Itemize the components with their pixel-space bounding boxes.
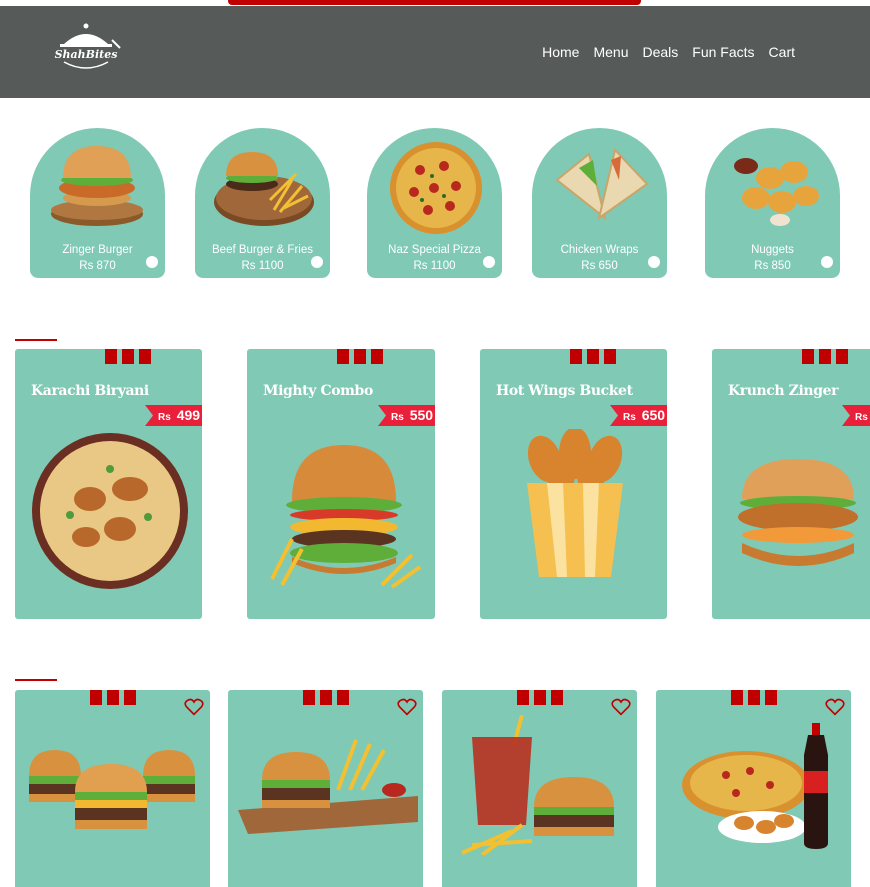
price-tag: Rs 499 — [145, 405, 202, 426]
heart-icon[interactable] — [184, 698, 204, 716]
category-name: Nuggets — [751, 244, 794, 256]
category-price: Rs 1100 — [413, 260, 456, 272]
category-name: Beef Burger & Fries — [212, 244, 313, 256]
favorite-card-burger-platter[interactable] — [228, 690, 423, 887]
deal-title: Mighty Combo — [263, 383, 373, 399]
brand-logo[interactable]: ShahBites — [50, 18, 122, 76]
svg-text:ShahBites: ShahBites — [55, 48, 118, 61]
category-name: Chicken Wraps — [560, 244, 639, 256]
heart-icon[interactable] — [825, 698, 845, 716]
nav-menu[interactable]: Menu — [593, 44, 628, 60]
nav-home[interactable]: Home — [542, 44, 579, 60]
section-divider — [15, 679, 57, 681]
deal-flags — [570, 349, 616, 364]
heart-icon[interactable] — [397, 698, 417, 716]
deal-card-mighty-combo[interactable]: Mighty Combo Rs 550 — [247, 349, 435, 619]
burger-platter-image — [238, 739, 418, 834]
main-nav: Home Menu Deals Fun Facts Cart — [542, 44, 795, 60]
wings-bucket-image — [527, 429, 623, 577]
favorite-card-burger-trio[interactable] — [15, 690, 210, 887]
add-dot-button[interactable] — [483, 256, 495, 268]
pizza-image — [390, 142, 482, 234]
zinger-burger-image — [51, 146, 143, 226]
add-dot-button[interactable] — [821, 256, 833, 268]
heart-icon[interactable] — [611, 698, 631, 716]
favorite-card-burger-drink-fries[interactable] — [442, 690, 637, 887]
card-flags — [731, 690, 777, 705]
top-accent-strip — [228, 0, 641, 5]
category-price: Rs 870 — [79, 260, 116, 272]
pizza-cola-image — [682, 723, 828, 849]
beef-burger-fries-image — [214, 152, 314, 226]
combo-burger-image — [270, 445, 422, 589]
category-price: Rs 1100 — [241, 260, 284, 272]
category-card-chicken-wraps[interactable]: Chicken Wraps Rs 650 — [532, 128, 667, 278]
add-dot-button[interactable] — [311, 256, 323, 268]
krunch-zinger-image — [738, 459, 858, 566]
card-flags — [90, 690, 136, 705]
category-card-zinger-burger[interactable]: Zinger Burger Rs 870 — [30, 128, 165, 278]
category-price: Rs 850 — [754, 260, 791, 272]
deal-card-karachi-biryani[interactable]: Karachi Biryani Rs 499 — [15, 349, 202, 619]
nav-fun-facts[interactable]: Fun Facts — [692, 44, 754, 60]
card-flags — [517, 690, 563, 705]
deal-card-hot-wings-bucket[interactable]: Hot Wings Bucket Rs 650 — [480, 349, 667, 619]
price-tag: Rs 650 — [610, 405, 667, 426]
deal-flags — [337, 349, 383, 364]
navbar: ShahBites Home Menu Deals Fun Facts Cart — [0, 6, 870, 98]
deal-title: Karachi Biryani — [31, 383, 149, 399]
nuggets-image — [734, 158, 819, 226]
burger-drink-fries-image — [461, 715, 614, 855]
price-tag: Rs 550 — [378, 405, 435, 426]
category-name: Zinger Burger — [62, 244, 133, 256]
biryani-image — [32, 433, 188, 589]
card-flags — [303, 690, 349, 705]
wraps-image — [555, 147, 649, 221]
deal-title: Hot Wings Bucket — [496, 383, 633, 399]
category-card-beef-burger-fries[interactable]: Beef Burger & Fries Rs 1100 — [195, 128, 330, 278]
add-dot-button[interactable] — [146, 256, 158, 268]
deal-flags — [802, 349, 848, 364]
deal-title: Krunch Zinger — [728, 383, 839, 399]
nav-cart[interactable]: Cart — [769, 44, 795, 60]
deal-flags — [105, 349, 151, 364]
three-burgers-image — [29, 750, 195, 829]
price-tag: Rs 7 — [842, 405, 870, 426]
add-dot-button[interactable] — [648, 256, 660, 268]
favorite-card-pizza-cola[interactable] — [656, 690, 851, 887]
category-card-nuggets[interactable]: Nuggets Rs 850 — [705, 128, 840, 278]
category-price: Rs 650 — [581, 260, 618, 272]
section-divider — [15, 339, 57, 341]
deal-card-krunch-zinger[interactable]: Krunch Zinger Rs 7 — [712, 349, 870, 619]
nav-deals[interactable]: Deals — [643, 44, 679, 60]
category-card-pizza[interactable]: Naz Special Pizza Rs 1100 — [367, 128, 502, 278]
category-name: Naz Special Pizza — [388, 244, 481, 256]
